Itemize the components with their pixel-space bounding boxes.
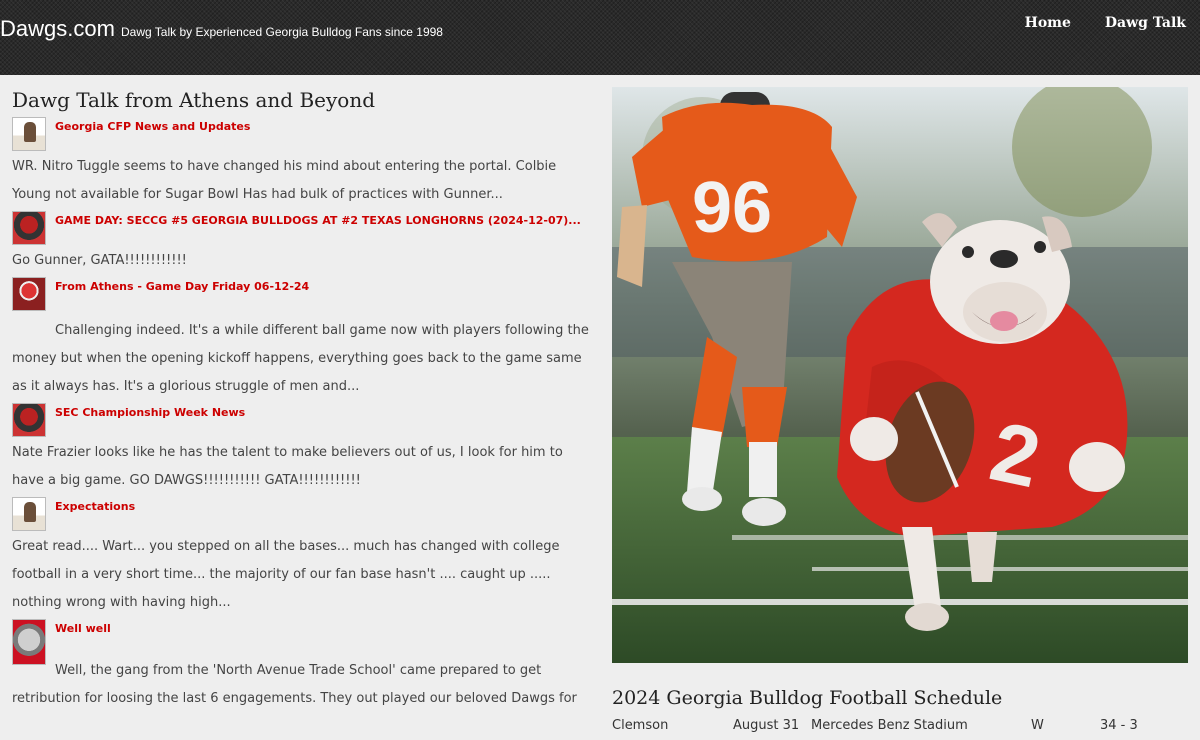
post-item: SEC Championship Week News Nate Frazier … (12, 403, 592, 495)
post-excerpt: Go Gunner, GATA!!!!!!!!!!!! (12, 253, 187, 268)
table-row: Clemson August 31 Mercedes Benz Stadium … (612, 718, 1188, 738)
avatar-icon[interactable] (12, 497, 46, 531)
post-excerpt: Well, the gang from the 'North Avenue Tr… (12, 663, 577, 706)
post-item: GAME DAY: SECCG #5 GEORGIA BULLDOGS AT #… (12, 211, 592, 275)
posts-column: Dawg Talk from Athens and Beyond Georgia… (12, 87, 592, 715)
post-title-link[interactable]: GAME DAY: SECCG #5 GEORGIA BULLDOGS AT #… (55, 211, 581, 228)
schedule-result: W (1031, 718, 1044, 733)
avatar-icon[interactable] (12, 277, 46, 311)
avatar-icon[interactable] (12, 117, 46, 151)
site-brand[interactable]: Dawgs.com (0, 16, 115, 42)
avatar-icon[interactable] (12, 211, 46, 245)
hero-illustration: 96 2 (612, 87, 1188, 663)
bulldog-football-image: 96 2 (612, 87, 1188, 663)
schedule-title: 2024 Georgia Bulldog Football Schedule (612, 687, 1003, 709)
post-title-link[interactable]: Well well (55, 619, 111, 636)
nav-home-link[interactable]: Home (1025, 15, 1071, 31)
post-item: Expectations Great read.... Wart... you … (12, 497, 592, 617)
schedule-score: 34 - 3 (1100, 718, 1138, 733)
avatar-icon[interactable] (12, 403, 46, 437)
schedule-venue: Mercedes Benz Stadium (811, 718, 968, 733)
post-item: Well well Well, the gang from the 'North… (12, 619, 592, 713)
page-title: Dawg Talk from Athens and Beyond (12, 88, 376, 112)
schedule-opponent: Clemson (612, 718, 669, 733)
site-header: Dawgs.com Dawg Talk by Experienced Georg… (0, 0, 1200, 75)
post-title-link[interactable]: Expectations (55, 497, 135, 514)
player-number: 96 (692, 168, 772, 248)
schedule-date: August 31 (733, 718, 800, 733)
post-item: From Athens - Game Day Friday 06-12-24 C… (12, 277, 592, 401)
post-excerpt: Challenging indeed. It's a while differe… (12, 323, 589, 394)
post-item: Georgia CFP News and Updates WR. Nitro T… (12, 117, 592, 209)
main-nav: Home Dawg Talk (1005, 15, 1200, 31)
nav-dawg-talk-link[interactable]: Dawg Talk (1105, 15, 1186, 31)
site-tagline: Dawg Talk by Experienced Georgia Bulldog… (121, 25, 443, 39)
post-excerpt: Great read.... Wart... you stepped on al… (12, 539, 560, 610)
bulldog-avatar-icon[interactable] (12, 619, 46, 665)
post-title-link[interactable]: SEC Championship Week News (55, 403, 245, 420)
post-title-link[interactable]: From Athens - Game Day Friday 06-12-24 (55, 277, 309, 294)
post-title-link[interactable]: Georgia CFP News and Updates (55, 117, 250, 134)
post-excerpt: WR. Nitro Tuggle seems to have changed h… (12, 159, 557, 202)
post-excerpt: Nate Frazier looks like he has the talen… (12, 445, 563, 488)
